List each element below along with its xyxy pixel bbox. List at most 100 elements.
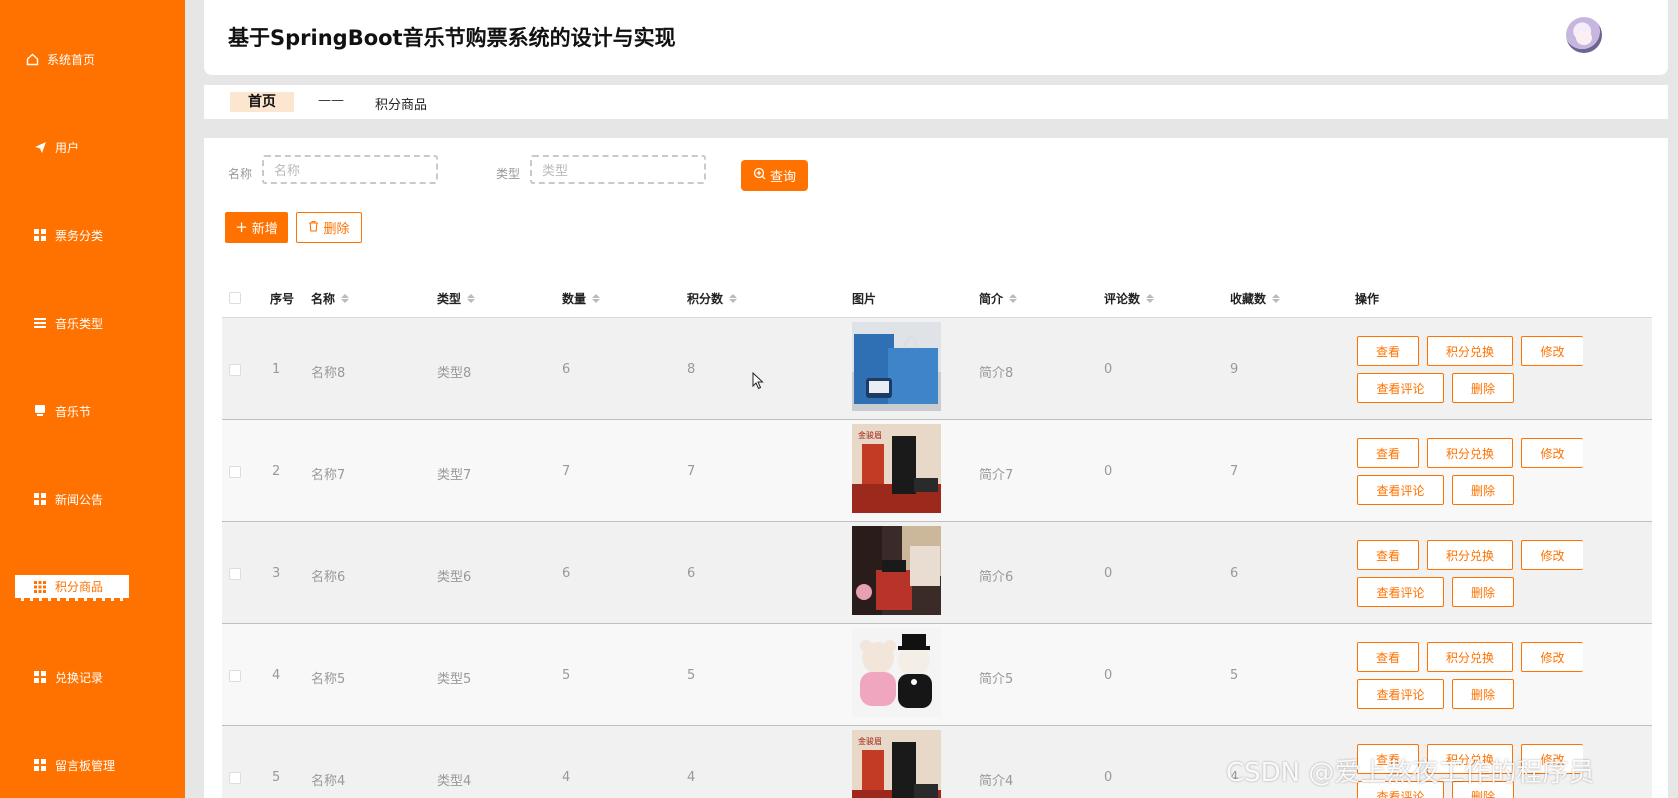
product-image[interactable]: [852, 526, 941, 615]
col-type[interactable]: 类型: [437, 290, 476, 307]
view-comments-button[interactable]: 查看评论: [1357, 475, 1444, 505]
sidebar-item-exchange-records[interactable]: 兑换记录: [33, 664, 103, 690]
cell-intro: 简介7: [979, 468, 1014, 483]
product-image[interactable]: 金骏眉: [852, 424, 941, 513]
cell-favorites: 9: [1230, 362, 1239, 377]
sort-icon: [1272, 294, 1281, 303]
watermark: CSDN @爱上熬夜工作的程序员: [1226, 758, 1595, 788]
sidebar-item-music-festival[interactable]: 音乐节: [33, 398, 91, 424]
view-button[interactable]: 查看: [1357, 642, 1419, 672]
sidebar-item-home[interactable]: 系统首页: [25, 46, 95, 72]
col-favorites[interactable]: 收藏数: [1230, 290, 1281, 307]
view-button[interactable]: 查看: [1357, 336, 1419, 366]
col-intro[interactable]: 简介: [979, 290, 1018, 307]
list-icon: [33, 316, 47, 330]
svg-text:金骏眉: 金骏眉: [858, 736, 882, 746]
row-checkbox[interactable]: [229, 568, 241, 580]
row-checkbox[interactable]: [229, 466, 241, 478]
main-content: 名称 名称 类型 类型 查询 + 新增 删除 序号 名称 类型 数量 积分数 图…: [204, 138, 1668, 798]
name-search-input[interactable]: 名称: [262, 155, 438, 184]
sort-icon: [592, 294, 601, 303]
query-button[interactable]: 查询: [741, 160, 808, 191]
cell-favorites: 7: [1230, 464, 1239, 479]
redeem-button[interactable]: 积分兑换: [1427, 540, 1513, 570]
sidebar-item-users[interactable]: 用户: [33, 134, 79, 160]
col-points[interactable]: 积分数: [687, 290, 738, 307]
query-label: 查询: [769, 170, 796, 185]
cell-intro: 简介6: [979, 570, 1014, 585]
col-image: 图片: [852, 292, 877, 306]
redeem-button[interactable]: 积分兑换: [1427, 642, 1513, 672]
redeem-button[interactable]: 积分兑换: [1427, 336, 1513, 366]
product-image[interactable]: [852, 628, 941, 717]
product-image[interactable]: 金骏眉: [852, 730, 941, 798]
cell-comments: 0: [1104, 566, 1113, 581]
view-comments-button[interactable]: 查看评论: [1357, 373, 1444, 403]
breadcrumb-home[interactable]: 首页: [230, 92, 294, 112]
sidebar-item-label: 积分商品: [55, 580, 104, 594]
table-row: 4 名称5 类型5 5 5 简介5 0 5 查看 积分兑换 修改 查看评论 删除: [222, 624, 1652, 726]
edit-button[interactable]: 修改: [1521, 540, 1583, 570]
home-icon: [25, 52, 39, 66]
trash-icon: [308, 220, 319, 236]
col-quantity[interactable]: 数量: [562, 290, 601, 307]
col-name[interactable]: 名称: [311, 290, 350, 307]
sidebar-item-points-goods[interactable]: 积分商品: [15, 575, 129, 601]
product-image[interactable]: [852, 322, 941, 411]
add-button[interactable]: + 新增: [225, 212, 288, 243]
avatar[interactable]: [1566, 17, 1602, 53]
sidebar-item-ticket-category[interactable]: 票务分类: [33, 222, 103, 248]
cell-type: 类型5: [437, 672, 472, 687]
edit-button[interactable]: 修改: [1521, 642, 1583, 672]
redeem-button[interactable]: 积分兑换: [1427, 438, 1513, 468]
cell-points: 4: [687, 770, 696, 785]
cell-quantity: 5: [562, 668, 571, 683]
grid-icon: [33, 492, 47, 506]
cell-favorites: 6: [1230, 566, 1239, 581]
sidebar-item-music-type[interactable]: 音乐类型: [33, 310, 103, 336]
cell-type: 类型7: [437, 468, 472, 483]
cell-quantity: 6: [562, 566, 571, 581]
delete-button[interactable]: 删除: [1452, 577, 1514, 607]
breadcrumb: 首页 —— 积分商品: [204, 85, 1668, 119]
cell-quantity: 7: [562, 464, 571, 479]
table-row: 3 名称6 类型6 6 6 简介6 0 6 查看 积分兑换 修改 查看评论 删除: [222, 522, 1652, 624]
delete-button[interactable]: 删除: [1452, 679, 1514, 709]
edit-button[interactable]: 修改: [1521, 336, 1583, 366]
view-comments-button[interactable]: 查看评论: [1357, 577, 1444, 607]
row-checkbox[interactable]: [229, 670, 241, 682]
cell-points: 5: [687, 668, 696, 683]
search-icon: [753, 167, 766, 184]
view-comments-button[interactable]: 查看评论: [1357, 679, 1444, 709]
sort-icon: [467, 294, 476, 303]
batch-delete-button[interactable]: 删除: [296, 212, 362, 243]
select-all-checkbox[interactable]: [229, 292, 241, 304]
plus-icon: +: [235, 218, 248, 236]
table-row: 2 名称7 类型7 7 7 金骏眉 简介7 0 7 查看 积分兑换 修改 查看评…: [222, 420, 1652, 522]
col-comments[interactable]: 评论数: [1104, 290, 1155, 307]
svg-text:金骏眉: 金骏眉: [858, 430, 882, 440]
cell-name: 名称6: [311, 570, 346, 585]
view-button[interactable]: 查看: [1357, 438, 1419, 468]
edit-button[interactable]: 修改: [1521, 438, 1583, 468]
table-header: 序号 名称 类型 数量 积分数 图片 简介 评论数 收藏数 操作: [222, 278, 1652, 318]
delete-button[interactable]: 删除: [1452, 475, 1514, 505]
sidebar-item-label: 用户: [55, 140, 80, 155]
sort-icon: [729, 294, 738, 303]
sidebar-item-label: 音乐类型: [55, 316, 104, 331]
cell-name: 名称4: [311, 774, 346, 789]
sidebar-item-news[interactable]: 新闻公告: [33, 486, 103, 512]
delete-label: 删除: [323, 222, 350, 237]
sidebar-item-label: 留言板管理: [55, 758, 116, 773]
delete-button[interactable]: 删除: [1452, 373, 1514, 403]
view-button[interactable]: 查看: [1357, 540, 1419, 570]
row-checkbox[interactable]: [229, 772, 241, 784]
cell-intro: 简介4: [979, 774, 1014, 789]
cell-index: 1: [272, 362, 281, 377]
sidebar-item-message-board[interactable]: 留言板管理: [33, 752, 115, 778]
row-checkbox[interactable]: [229, 364, 241, 376]
cell-name: 名称5: [311, 672, 346, 687]
col-actions: 操作: [1355, 292, 1380, 306]
type-search-input[interactable]: 类型: [530, 155, 706, 184]
add-label: 新增: [251, 222, 278, 237]
